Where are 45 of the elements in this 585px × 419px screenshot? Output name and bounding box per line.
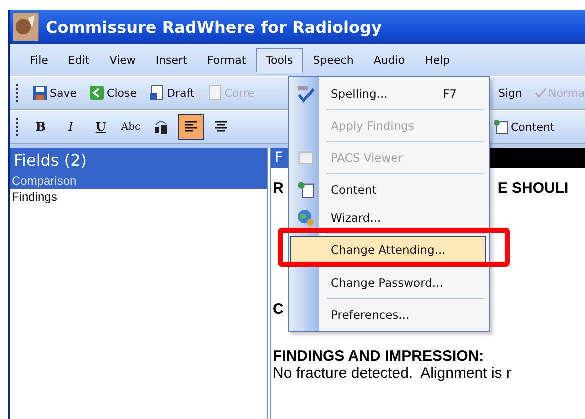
menu-item[interactable]: Change Attending... bbox=[290, 236, 486, 263]
format-button[interactable]: I bbox=[58, 114, 84, 140]
spell-check-icon bbox=[297, 84, 315, 102]
toolbar-button[interactable]: Sign bbox=[494, 84, 527, 102]
toolbar-button[interactable]: Content bbox=[489, 116, 559, 138]
format-button[interactable]: Abc bbox=[118, 114, 144, 140]
menu-item[interactable]: File bbox=[20, 48, 58, 72]
app-icon bbox=[12, 13, 40, 41]
menu-item[interactable]: View bbox=[100, 48, 146, 72]
field-item[interactable]: Findings bbox=[10, 189, 267, 205]
report-text: C bbox=[273, 301, 284, 318]
menu-item[interactable]: Audio bbox=[364, 48, 416, 72]
floppy-icon bbox=[32, 85, 48, 101]
window-title: Commissure RadWhere for Radiology bbox=[46, 18, 382, 36]
menu-item[interactable]: Help bbox=[415, 48, 460, 72]
menu-item[interactable]: Spelling... F7 bbox=[290, 80, 486, 107]
menu-item[interactable]: Content bbox=[290, 176, 486, 203]
format-button[interactable]: U bbox=[88, 114, 114, 140]
globe-icon bbox=[297, 208, 315, 226]
document-icon bbox=[493, 119, 509, 135]
format-button[interactable]: B bbox=[28, 114, 54, 140]
menu-item[interactable]: Change Password... bbox=[290, 269, 486, 296]
align-center-icon bbox=[213, 119, 229, 135]
check-icon bbox=[534, 87, 547, 99]
format-button[interactable] bbox=[178, 114, 204, 140]
document-icon bbox=[297, 180, 315, 198]
menu-item[interactable]: Insert bbox=[146, 48, 198, 72]
toolbar-button[interactable]: Draft bbox=[144, 82, 199, 104]
document-icon bbox=[206, 85, 223, 101]
panel-header: Fields (2) bbox=[10, 148, 267, 173]
menu-item[interactable]: Wizard... bbox=[290, 204, 486, 231]
align-left-icon bbox=[183, 119, 199, 135]
report-text: FINDINGS AND IMPRESSION: bbox=[273, 348, 484, 365]
report-text: E SHOULI bbox=[498, 180, 569, 197]
toolbar-button[interactable]: Close bbox=[85, 82, 141, 104]
menu-item[interactable]: Preferences... bbox=[290, 301, 486, 328]
menu-item[interactable]: Format bbox=[197, 48, 256, 72]
menu-item[interactable]: Edit bbox=[58, 48, 100, 72]
toolbar-button[interactable]: Save bbox=[28, 82, 82, 104]
menu-item[interactable]: Tools bbox=[256, 48, 304, 72]
menu-item[interactable]: Speech bbox=[303, 48, 364, 72]
report-text: R bbox=[273, 180, 284, 197]
report-text: No fracture detected. Alignment is r bbox=[273, 365, 512, 382]
document-icon bbox=[148, 85, 165, 101]
field-item[interactable]: Comparison bbox=[10, 173, 267, 189]
